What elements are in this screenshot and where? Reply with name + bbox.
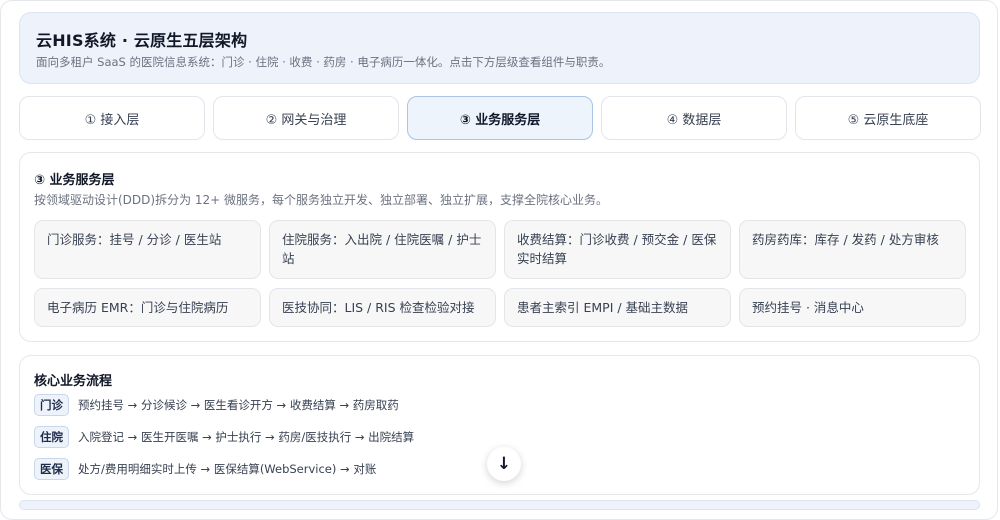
layer-detail-panel: ③ 业务服务层 按领域驱动设计(DDD)拆分为 12+ 微服务，每个服务独立开发… — [19, 152, 980, 342]
service-label-cont: 站 — [282, 251, 295, 266]
flow-tag: 医保 — [34, 458, 69, 480]
flow-row-inpatient: 住院 入院登记 → 医生开医嘱 → 护士执行 → 药房/医技执行 → 出院结算 — [34, 426, 414, 448]
service-label: 门诊服务：挂号 / 分诊 / 医生站 — [47, 232, 222, 247]
flow-tag: 住院 — [34, 426, 69, 448]
flow-row-insurance: 医保 处方/费用明细实时上传 → 医保结算(WebService) → 对账 — [34, 458, 376, 480]
next-section-edge — [19, 500, 980, 510]
page-header: 云HIS系统 · 云原生五层架构 面向多租户 SaaS 的医院信息系统：门诊 ·… — [19, 12, 980, 84]
service-card-empi: 患者主索引 EMPI / 基础主数据 — [504, 288, 731, 327]
service-label: 医技协同：LIS / RIS 检查检验对接 — [282, 300, 475, 315]
tab-gateway-governance[interactable]: ② 网关与治理 — [213, 96, 399, 140]
tab-access-layer[interactable]: ① 接入层 — [19, 96, 205, 140]
tab-business-service-layer[interactable]: ③ 业务服务层 — [407, 96, 593, 140]
core-flow-title: 核心业务流程 — [34, 374, 113, 389]
layer-description: 按领域驱动设计(DDD)拆分为 12+ 微服务，每个服务独立开发、独立部署、独立… — [34, 193, 609, 207]
service-card-medtech: 医技协同：LIS / RIS 检查检验对接 — [269, 288, 496, 327]
flow-tag: 门诊 — [34, 394, 69, 416]
service-card-appointment: 预约挂号 · 消息中心 — [739, 288, 966, 327]
service-label: 住院服务：入出院 / 住院医嘱 / 护士 — [282, 232, 482, 247]
service-label: 预约挂号 · 消息中心 — [752, 300, 864, 315]
service-label: 电子病历 EMR：门诊与住院病历 — [47, 300, 229, 315]
flow-steps: 预约挂号 → 分诊候诊 → 医生看诊开方 → 收费结算 → 药房取药 — [78, 398, 399, 412]
service-label: 患者主索引 EMPI / 基础主数据 — [517, 300, 689, 315]
service-card-outpatient: 门诊服务：挂号 / 分诊 / 医生站 — [34, 220, 261, 279]
flow-steps: 入院登记 → 医生开医嘱 → 护士执行 → 药房/医技执行 → 出院结算 — [78, 430, 415, 444]
arrow-down-icon: ↓ — [496, 454, 512, 474]
service-label: 药房药库：库存 / 发药 / 处方审核 — [752, 232, 939, 247]
service-label: 收费结算：门诊收费 / 预交金 / 医保 — [517, 232, 717, 247]
page-title: 云HIS系统 · 云原生五层架构 — [36, 31, 248, 50]
scroll-down-button[interactable]: ↓ — [487, 447, 521, 481]
service-card-pharmacy: 药房药库：库存 / 发药 / 处方审核 — [739, 220, 966, 279]
tab-cloud-native-base[interactable]: ⑤ 云原生底座 — [795, 96, 981, 140]
service-card-billing: 收费结算：门诊收费 / 预交金 / 医保 实时结算 — [504, 220, 731, 279]
page-subtitle: 面向多租户 SaaS 的医院信息系统：门诊 · 住院 · 收费 · 药房 · 电… — [36, 55, 611, 69]
flow-row-outpatient: 门诊 预约挂号 → 分诊候诊 → 医生看诊开方 → 收费结算 → 药房取药 — [34, 394, 399, 416]
service-card-emr: 电子病历 EMR：门诊与住院病历 — [34, 288, 261, 327]
flow-steps: 处方/费用明细实时上传 → 医保结算(WebService) → 对账 — [78, 462, 377, 476]
tab-data-layer[interactable]: ④ 数据层 — [601, 96, 787, 140]
service-label-cont: 实时结算 — [517, 251, 568, 266]
service-card-inpatient: 住院服务：入出院 / 住院医嘱 / 护士 站 — [269, 220, 496, 279]
layer-title: ③ 业务服务层 — [34, 173, 115, 188]
